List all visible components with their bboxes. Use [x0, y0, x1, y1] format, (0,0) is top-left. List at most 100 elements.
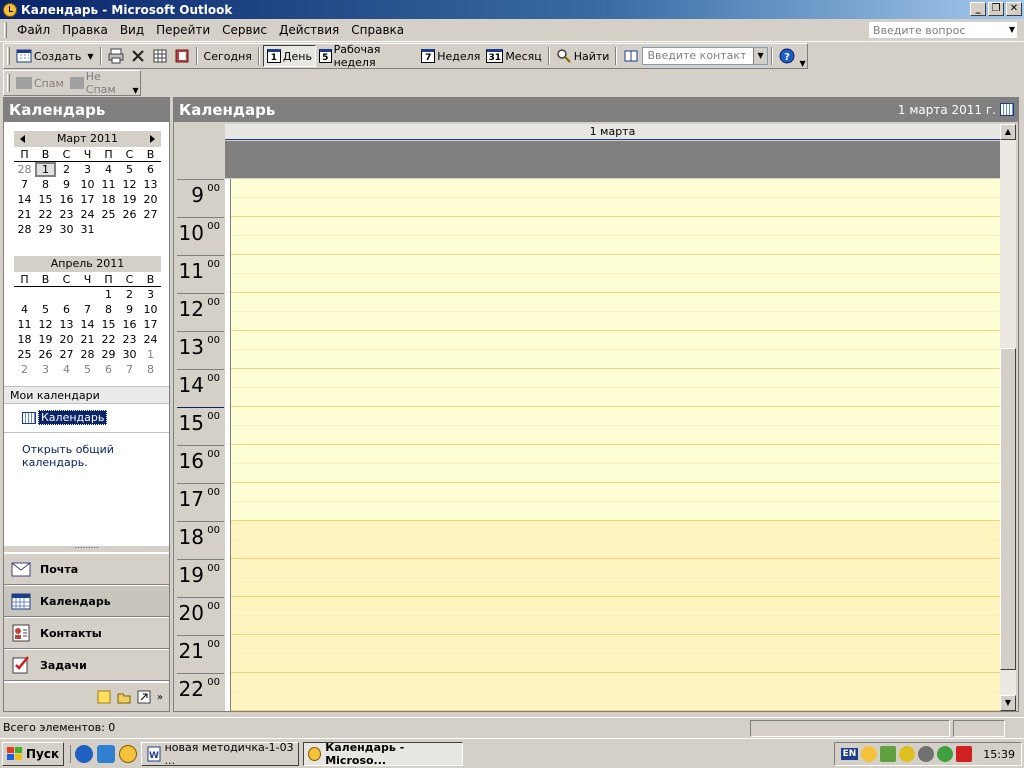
- time-slot[interactable]: [225, 426, 1000, 445]
- nav-button-calendar[interactable]: Календарь: [4, 585, 169, 617]
- day-cell[interactable]: 11: [98, 177, 119, 192]
- day-column-header[interactable]: 1 марта: [225, 124, 1000, 140]
- minimize-button[interactable]: _: [970, 2, 986, 16]
- browser-icon[interactable]: [97, 744, 116, 763]
- day-cell[interactable]: 22: [98, 332, 119, 347]
- day-cell[interactable]: 17: [140, 317, 161, 332]
- time-slot[interactable]: [225, 616, 1000, 635]
- time-slot[interactable]: [225, 331, 1000, 350]
- star-tray-icon[interactable]: [899, 746, 916, 762]
- day-cell[interactable]: 9: [119, 302, 140, 317]
- time-slot[interactable]: [225, 540, 1000, 559]
- day-cell[interactable]: 7: [14, 177, 35, 192]
- outlook-quick-icon[interactable]: [119, 744, 138, 763]
- day-cell[interactable]: 29: [98, 347, 119, 362]
- time-slot[interactable]: [225, 407, 1000, 426]
- day-cell[interactable]: 6: [98, 362, 119, 377]
- day-cell[interactable]: 6: [140, 162, 161, 177]
- time-slot[interactable]: [225, 673, 1000, 692]
- spam-button[interactable]: Спам: [13, 72, 67, 94]
- open-shared-calendar-link[interactable]: Открыть общий календарь.: [22, 443, 169, 469]
- day-cell[interactable]: 3: [140, 287, 161, 302]
- month-view-button[interactable]: 31 Месяц: [483, 45, 544, 67]
- day-cell[interactable]: 10: [140, 302, 161, 317]
- time-slot[interactable]: [225, 236, 1000, 255]
- help-button[interactable]: ?: [776, 45, 798, 67]
- internet-explorer-icon[interactable]: [75, 744, 94, 763]
- day-cell[interactable]: 3: [35, 362, 56, 377]
- day-view-button[interactable]: 1 День: [262, 45, 316, 67]
- day-cell[interactable]: 12: [35, 317, 56, 332]
- nav-button-tasks[interactable]: Задачи: [4, 649, 169, 681]
- day-cell[interactable]: 24: [140, 332, 161, 347]
- day-cell[interactable]: 15: [98, 317, 119, 332]
- next-month-icon[interactable]: [150, 135, 155, 143]
- time-slot[interactable]: [225, 179, 1000, 198]
- day-cell[interactable]: 12: [119, 177, 140, 192]
- day-cell[interactable]: 19: [119, 192, 140, 207]
- day-cell[interactable]: 5: [119, 162, 140, 177]
- toolbar-options-icon[interactable]: ▼: [798, 44, 807, 68]
- day-cell[interactable]: 26: [35, 347, 56, 362]
- disk-tray-icon[interactable]: [918, 746, 935, 762]
- scroll-down-icon[interactable]: ▼: [1000, 695, 1016, 711]
- grid-view-button[interactable]: [149, 45, 171, 67]
- day-cell[interactable]: 10: [77, 177, 98, 192]
- scroll-thumb[interactable]: [1000, 348, 1016, 670]
- time-slot[interactable]: [225, 502, 1000, 521]
- menu-help[interactable]: Справка: [345, 23, 410, 37]
- day-cell[interactable]: 25: [98, 207, 119, 222]
- network-tray-icon[interactable]: [937, 746, 954, 762]
- day-cell[interactable]: 3: [77, 162, 98, 177]
- day-cell[interactable]: 21: [14, 207, 35, 222]
- time-slot[interactable]: [225, 312, 1000, 331]
- time-slot[interactable]: [225, 369, 1000, 388]
- time-slot[interactable]: [225, 274, 1000, 293]
- today-cell[interactable]: 1: [35, 162, 56, 177]
- day-cell[interactable]: 8: [140, 362, 161, 377]
- week-view-button[interactable]: 7 Неделя: [418, 45, 483, 67]
- start-button[interactable]: Пуск: [2, 741, 65, 766]
- time-slot[interactable]: [225, 635, 1000, 654]
- day-cell[interactable]: 5: [77, 362, 98, 377]
- taskbar-item-word[interactable]: W новая методичка-1-03 ...: [141, 741, 300, 767]
- time-slot[interactable]: [225, 350, 1000, 369]
- all-day-events-area[interactable]: [225, 141, 1000, 178]
- new-dropdown-icon[interactable]: ▼: [84, 52, 96, 61]
- time-slot[interactable]: [225, 293, 1000, 312]
- time-slot[interactable]: [225, 255, 1000, 274]
- ask-question-input[interactable]: Введите вопрос ▼: [868, 21, 1018, 39]
- day-cell[interactable]: 7: [77, 302, 98, 317]
- day-cell[interactable]: 2: [14, 362, 35, 377]
- time-slot[interactable]: [225, 198, 1000, 217]
- day-cell[interactable]: 22: [35, 207, 56, 222]
- day-cell[interactable]: 4: [14, 302, 35, 317]
- day-cell[interactable]: 31: [77, 222, 98, 237]
- day-cell[interactable]: 14: [14, 192, 35, 207]
- day-cell[interactable]: 14: [77, 317, 98, 332]
- prev-month-icon[interactable]: [20, 135, 25, 143]
- new-button[interactable]: Создать: [13, 45, 85, 67]
- day-cell[interactable]: 13: [140, 177, 161, 192]
- day-cell[interactable]: 16: [119, 317, 140, 332]
- time-slot[interactable]: [225, 464, 1000, 483]
- day-cell[interactable]: 6: [56, 302, 77, 317]
- day-cell[interactable]: 27: [56, 347, 77, 362]
- today-button[interactable]: Сегодня: [201, 45, 255, 67]
- spam-toolbar-options-icon[interactable]: ▼: [131, 71, 140, 95]
- day-cell[interactable]: 18: [98, 192, 119, 207]
- day-cell[interactable]: 4: [56, 362, 77, 377]
- day-cell[interactable]: 28: [14, 222, 35, 237]
- calendar-entry[interactable]: Календарь: [22, 410, 108, 425]
- close-button[interactable]: ✕: [1006, 2, 1022, 16]
- pane-splitter[interactable]: ⋯⋯⋯: [4, 544, 169, 552]
- day-cell[interactable]: 18: [14, 332, 35, 347]
- day-cell[interactable]: 16: [56, 192, 77, 207]
- kaspersky-icon[interactable]: [956, 746, 973, 762]
- time-slot[interactable]: [225, 445, 1000, 464]
- time-slot[interactable]: [225, 692, 1000, 711]
- date-picker-icon[interactable]: [1000, 103, 1014, 116]
- spam-toolbar-grip[interactable]: [7, 74, 10, 92]
- print-button[interactable]: [105, 45, 127, 67]
- toolbar-grip[interactable]: [7, 47, 10, 65]
